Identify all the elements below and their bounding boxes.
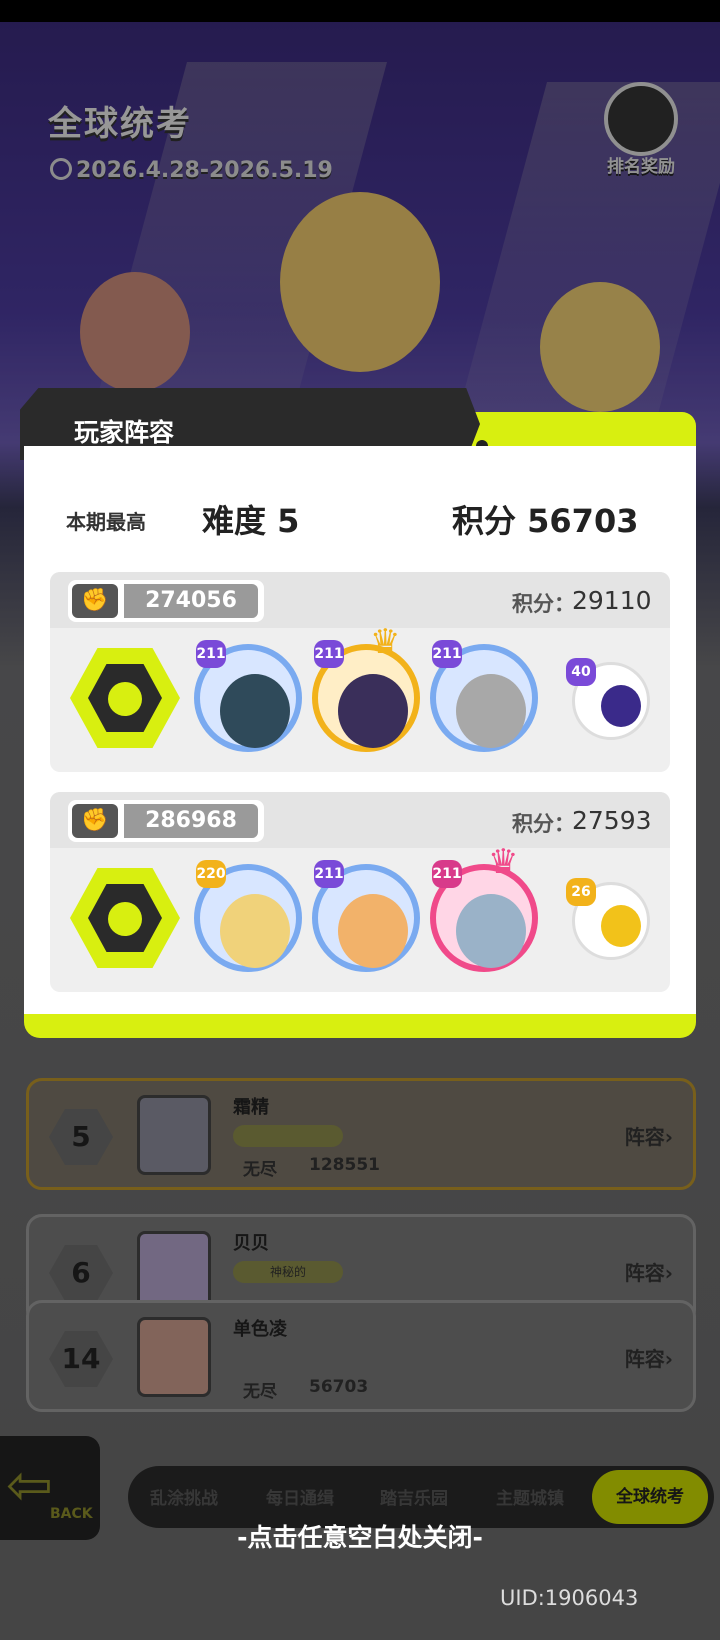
power-value: 274056: [124, 584, 258, 618]
hero-level: 211: [432, 640, 462, 668]
pet-slot: 26: [566, 878, 652, 964]
best-difficulty: 难度 5: [202, 502, 300, 540]
hero-level: 211: [196, 640, 226, 668]
best-label: 本期最高: [66, 510, 146, 534]
pet-level: 40: [566, 658, 596, 686]
team-emblem-icon: [70, 648, 180, 748]
team-emblem-icon: [70, 868, 180, 968]
modal-title: 玩家阵容: [74, 418, 175, 447]
pet-level: 26: [566, 878, 596, 906]
team-score-label: 积分：: [512, 812, 575, 836]
power-value: 286968: [124, 804, 258, 838]
hero-slot: 211: [312, 858, 424, 978]
power-box: ✊ 274056: [68, 580, 264, 622]
hero-level: 211: [314, 640, 344, 668]
crown-icon: ♛: [488, 842, 519, 882]
team-score: 27593: [572, 806, 652, 835]
hero-slot: 211 ♛: [430, 842, 542, 978]
team-score-label: 积分：: [512, 592, 575, 616]
hero-slot: 211: [194, 638, 306, 758]
pet-slot: 40: [566, 658, 652, 744]
status-bar: [0, 0, 720, 22]
fist-icon: ✊: [72, 804, 118, 838]
hero-level: 211: [432, 860, 462, 888]
user-id: UID:1906043: [500, 1586, 639, 1610]
team-header: ✊ 274056 积分： 29110: [50, 572, 670, 628]
hero-level: 211: [314, 860, 344, 888]
team-header: ✊ 286968 积分： 27593: [50, 792, 670, 848]
hero-slot: 211: [430, 638, 542, 758]
modal-bottom-accent: [24, 1014, 696, 1038]
team-card: ✊ 286968 积分： 27593 220 211 211 ♛ 26: [50, 792, 670, 992]
fist-icon: ✊: [72, 584, 118, 618]
team-score: 29110: [572, 586, 652, 615]
close-hint: -点击任意空白处关闭-: [237, 1523, 483, 1552]
team-card: ✊ 274056 积分： 29110 211 211 ♛ 211 40: [50, 572, 670, 772]
hero-slot: 211 ♛: [312, 622, 424, 758]
hero-slot: 220: [194, 858, 306, 978]
hero-level: 220: [196, 860, 226, 888]
crown-icon: ♛: [370, 622, 401, 662]
best-score: 积分 56703: [452, 502, 639, 540]
power-box: ✊ 286968: [68, 800, 264, 842]
